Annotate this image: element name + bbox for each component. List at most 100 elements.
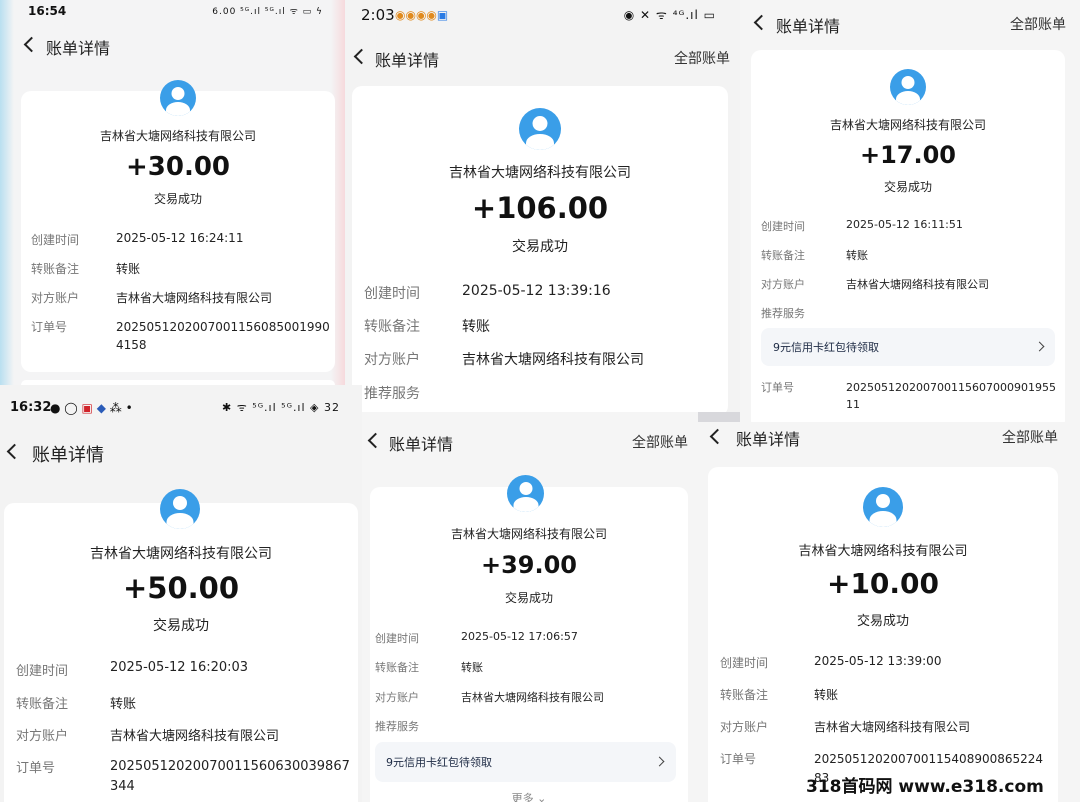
promo-banner[interactable]: 9元信用卡红包待领取 bbox=[761, 328, 1055, 366]
user-avatar-icon bbox=[507, 475, 544, 512]
row-value: 转账 bbox=[814, 688, 839, 702]
row-value: 吉林省大塘网络科技有限公司 bbox=[846, 278, 989, 291]
page-title: 账单详情 bbox=[776, 17, 841, 36]
chevron-down-icon: ⌄ bbox=[537, 792, 547, 802]
nav-bar: 账单详情 全部账单 bbox=[740, 12, 1080, 36]
row-value: 转账 bbox=[116, 262, 141, 276]
status-time: 16:32 bbox=[10, 400, 52, 415]
transaction-status: 交易成功 bbox=[153, 618, 209, 634]
nav-bar: 账单详情 全部账单 bbox=[362, 430, 698, 454]
nav-bar: 账单详情 bbox=[0, 440, 362, 466]
all-bills-link[interactable]: 全部账单 bbox=[1010, 14, 1066, 34]
row-label: 订单号 bbox=[761, 381, 794, 394]
screenshot-panel-4: 16:32 ● ◯ ▣ ◆ ⁂ • ✱ ᯤ ⁵ᴳ.ıl ⁵ᴳ.ıl ◈ 32 账… bbox=[0, 385, 362, 802]
bill-card: 吉林省大塘网络科技有限公司 +30.00 交易成功 创建时间 2025-05-1… bbox=[21, 80, 335, 372]
transaction-status: 交易成功 bbox=[856, 614, 909, 629]
page-title: 账单详情 bbox=[375, 51, 440, 70]
company-name: 吉林省大塘网络科技有限公司 bbox=[829, 118, 986, 132]
row-value: 吉林省大塘网络科技有限公司 bbox=[116, 291, 273, 305]
user-avatar-icon bbox=[160, 489, 200, 529]
row-value: 2025-05-12 17:06:57 bbox=[461, 630, 578, 643]
screenshot-panel-5: 账单详情 全部账单 吉林省大塘网络科技有限公司 +39.00 交易成功 创建时间… bbox=[362, 412, 698, 802]
notification-icons: ● ◯ ▣ ◆ ⁂ • bbox=[50, 401, 133, 415]
user-avatar-icon bbox=[160, 80, 196, 116]
user-avatar-icon bbox=[519, 108, 561, 150]
back-arrow-icon[interactable] bbox=[367, 432, 384, 449]
screenshot-panel-2: 2:03 ◉◉◉◉▣ ◉ ✕ ᯤ ⁴ᴳ.ıl ▭ 账单详情 全部账单 吉林省大塘… bbox=[345, 0, 740, 412]
status-bar: 2:03 ◉◉◉◉▣ ◉ ✕ ᯤ ⁴ᴳ.ıl ▭ bbox=[345, 6, 740, 24]
order-number: 20250512020070011560700090195511 bbox=[846, 381, 1056, 411]
row-label: 转账备注 bbox=[720, 688, 769, 702]
chevron-right-icon bbox=[1034, 341, 1045, 352]
all-bills-link[interactable]: 全部账单 bbox=[632, 432, 688, 452]
order-number: 20250512020070011560630039867344 bbox=[110, 759, 350, 794]
promo-text: 9元信用卡红包待领取 bbox=[773, 341, 879, 354]
company-name: 吉林省大塘网络科技有限公司 bbox=[90, 546, 272, 562]
status-time: 2:03 bbox=[361, 6, 395, 24]
company-name: 吉林省大塘网络科技有限公司 bbox=[798, 544, 968, 559]
row-value: 2025-05-12 13:39:00 bbox=[814, 654, 942, 668]
screenshot-panel-3: 账单详情 全部账单 吉林省大塘网络科技有限公司 +17.00 交易成功 创建时间… bbox=[740, 0, 1080, 425]
amount: +30.00 bbox=[125, 152, 231, 182]
promo-banner[interactable]: 9元信用卡红包待领取 bbox=[375, 742, 676, 782]
back-arrow-icon[interactable] bbox=[6, 443, 23, 460]
row-label: 对方账户 bbox=[31, 291, 80, 305]
row-label: 对方账户 bbox=[364, 352, 420, 368]
company-name: 吉林省大塘网络科技有限公司 bbox=[99, 129, 256, 143]
order-number: 20250512020070011560850019904158 bbox=[116, 320, 330, 352]
row-value: 2025-05-12 13:39:16 bbox=[462, 283, 611, 299]
row-label: 订单号 bbox=[720, 752, 757, 766]
row-label: 创建时间 bbox=[31, 233, 80, 247]
transaction-status: 交易成功 bbox=[153, 192, 202, 206]
status-bar: 16:54 6.00 ⁵ᴳ.ıl ⁵ᴳ.ıl ᯤ ▭ ϟ bbox=[0, 4, 345, 20]
company-name: 吉林省大塘网络科技有限公司 bbox=[450, 527, 607, 541]
row-label: 订单号 bbox=[16, 761, 56, 776]
row-label: 对方账户 bbox=[761, 278, 805, 291]
nav-bar: 账单详情 全部账单 bbox=[698, 425, 1080, 449]
row-label: 转账备注 bbox=[364, 319, 420, 335]
row-value: 2025-05-12 16:20:03 bbox=[110, 660, 249, 675]
more-label: 更多 bbox=[511, 792, 534, 802]
status-time: 16:54 bbox=[28, 4, 67, 18]
back-arrow-icon[interactable] bbox=[23, 36, 40, 53]
bill-card: 吉林省大塘网络科技有限公司 +39.00 交易成功 创建时间 2025-05-1… bbox=[370, 475, 688, 802]
promo-text: 9元信用卡红包待领取 bbox=[386, 756, 492, 769]
row-value: 转账 bbox=[846, 249, 868, 262]
row-label: 创建时间 bbox=[761, 220, 805, 233]
row-label: 创建时间 bbox=[16, 664, 69, 679]
nav-bar: 账单详情 全部账单 bbox=[345, 46, 740, 70]
back-arrow-icon[interactable] bbox=[353, 48, 370, 65]
back-arrow-icon[interactable] bbox=[709, 428, 726, 445]
transaction-status: 交易成功 bbox=[512, 239, 568, 255]
row-label: 推荐服务 bbox=[761, 307, 805, 320]
back-arrow-icon[interactable] bbox=[753, 14, 770, 31]
row-value: 转账 bbox=[462, 319, 490, 335]
chevron-right-icon bbox=[654, 756, 665, 767]
row-label: 创建时间 bbox=[364, 286, 420, 302]
row-label: 创建时间 bbox=[720, 656, 769, 670]
row-label: 转账备注 bbox=[31, 262, 80, 276]
status-icons: ✱ ᯤ ⁵ᴳ.ıl ⁵ᴳ.ıl ◈ 32 bbox=[222, 401, 340, 414]
screenshot-panel-6: 账单详情 全部账单 吉林省大塘网络科技有限公司 +10.00 交易成功 创建时间… bbox=[698, 422, 1080, 802]
status-icons: ◉ ✕ ᯤ ⁴ᴳ.ıl ▭ bbox=[623, 8, 716, 22]
user-avatar-icon bbox=[863, 487, 903, 527]
row-value: 2025-05-12 16:24:11 bbox=[116, 231, 244, 245]
screenshot-panel-1: 16:54 6.00 ⁵ᴳ.ıl ⁵ᴳ.ıl ᯤ ▭ ϟ 账单详情 吉林省大塘网… bbox=[0, 0, 345, 385]
all-bills-link[interactable]: 全部账单 bbox=[674, 48, 730, 68]
row-value: 吉林省大塘网络科技有限公司 bbox=[814, 720, 971, 734]
row-value: 2025-05-12 16:11:51 bbox=[846, 218, 963, 231]
page-title: 账单详情 bbox=[389, 435, 454, 454]
status-icons: 6.00 ⁵ᴳ.ıl ⁵ᴳ.ıl ᯤ ▭ ϟ bbox=[212, 7, 323, 17]
notification-icons: ◉◉◉◉▣ bbox=[395, 8, 449, 22]
status-bar: 16:32 ● ◯ ▣ ◆ ⁂ • ✱ ᯤ ⁵ᴳ.ıl ⁵ᴳ.ıl ◈ 32 bbox=[0, 400, 362, 416]
page-title: 账单详情 bbox=[736, 430, 801, 449]
watermark-text: 318首码网 www.e318.com bbox=[806, 777, 1044, 797]
more-link[interactable]: 更多 ⌄ bbox=[370, 790, 688, 802]
amount: +10.00 bbox=[826, 567, 940, 600]
company-name: 吉林省大塘网络科技有限公司 bbox=[449, 165, 631, 181]
row-value: 吉林省大塘网络科技有限公司 bbox=[461, 691, 604, 704]
row-label: 对方账户 bbox=[16, 729, 69, 744]
bill-card: 吉林省大塘网络科技有限公司 +50.00 交易成功 创建时间 2025-05-1… bbox=[4, 489, 358, 802]
all-bills-link[interactable]: 全部账单 bbox=[1002, 427, 1058, 447]
row-label: 转账备注 bbox=[761, 249, 805, 262]
